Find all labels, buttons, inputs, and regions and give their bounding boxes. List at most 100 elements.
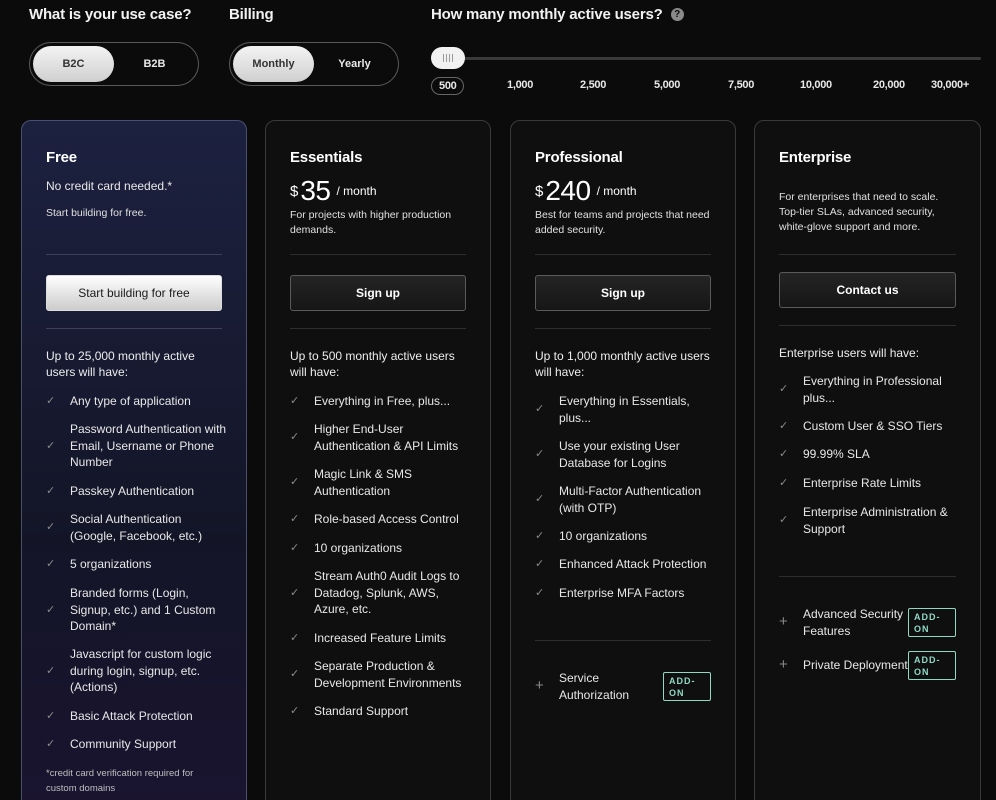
plan-description: Best for teams and projects that need ad… (535, 209, 710, 236)
tick-20000[interactable]: 20,000 (873, 79, 905, 91)
tick-1000[interactable]: 1,000 (507, 79, 533, 91)
feature-item: ✓ 99.99% SLA (779, 447, 870, 461)
help-icon[interactable]: ? (670, 8, 684, 21)
feature-item: ✓ Social Authentication (Google, Facebook… (46, 512, 203, 543)
check-icon: ✓ (46, 738, 56, 750)
check-icon: ✓ (535, 530, 545, 542)
check-icon: ✓ (535, 448, 545, 461)
use-case-b2b[interactable]: B2B (114, 46, 195, 82)
divider (290, 328, 466, 329)
plan-card-free: Free No credit card needed.* Start build… (21, 120, 247, 800)
feature-item: ✓ Standard Support (290, 704, 409, 718)
start-building-button[interactable]: Start building for free (46, 275, 222, 311)
check-icon: ✓ (535, 403, 545, 416)
check-icon: ✓ (535, 558, 545, 570)
divider (535, 328, 711, 329)
check-icon: ✓ (290, 668, 300, 681)
feature-item: ✓ Enterprise MFA Factors (535, 586, 685, 600)
plan-description: For enterprises that need to scale. Top-… (779, 191, 939, 233)
addon-item[interactable]: + Advanced Security Features ADD-ON (779, 606, 956, 639)
feature-item: ✓ Basic Attack Protection (46, 709, 193, 723)
feature-item: ✓ 5 organizations (46, 557, 152, 571)
addon-item[interactable]: + Service Authorization ADD-ON (535, 670, 711, 703)
footnote: *credit card verification required for c… (46, 768, 194, 794)
addon-badge: ADD-ON (908, 608, 956, 637)
feature-item: ✓ Custom User & SSO Tiers (779, 419, 943, 433)
mau-label-text: How many monthly active users? (431, 6, 663, 23)
feature-item: ✓ Multi-Factor Authentication (with OTP) (535, 484, 702, 515)
check-icon: ✓ (46, 485, 56, 497)
divider (46, 328, 222, 329)
check-icon: ✓ (46, 439, 56, 452)
check-icon: ✓ (46, 664, 56, 677)
feature-item: ✓ Role-based Access Control (290, 512, 459, 526)
tick-5000[interactable]: 5,000 (654, 79, 680, 91)
mau-label: How many monthly active users? ? (431, 6, 684, 23)
feature-item: ✓ Enhanced Attack Protection (535, 557, 707, 571)
tick-30000-plus[interactable]: 30,000+ (931, 79, 969, 91)
sign-up-button[interactable]: Sign up (535, 275, 711, 311)
plan-description: For projects with higher production dema… (290, 209, 452, 236)
feature-item: ✓ Higher End-User Authentication & API Li… (290, 422, 459, 453)
sign-up-button[interactable]: Sign up (290, 275, 466, 311)
plan-description: Start building for free. (46, 207, 147, 219)
tick-10000[interactable]: 10,000 (800, 79, 832, 91)
divider (779, 576, 956, 577)
check-icon: ✓ (535, 587, 545, 599)
contact-us-button[interactable]: Contact us (779, 272, 956, 308)
feature-item: ✓ Enterprise Administration & Support (779, 505, 948, 536)
mau-slider-track[interactable] (445, 57, 981, 60)
check-icon: ✓ (290, 632, 300, 644)
addon-item[interactable]: + Private Deployment ADD-ON (779, 651, 956, 680)
plan-intro: Up to 25,000 monthly active users will h… (46, 349, 195, 379)
check-icon: ✓ (290, 705, 300, 717)
plus-icon: + (779, 656, 788, 674)
divider (290, 254, 466, 255)
plan-price: $ 35 / month (290, 175, 377, 206)
feature-item: ✓ 10 organizations (535, 529, 648, 543)
plus-icon: + (779, 613, 788, 631)
billing-yearly[interactable]: Yearly (314, 46, 395, 82)
use-case-b2c[interactable]: B2C (33, 46, 114, 82)
plan-name: Enterprise (779, 149, 852, 166)
feature-item: ✓ Magic Link & SMS Authentication (290, 467, 413, 498)
check-icon: ✓ (46, 521, 56, 534)
feature-item: ✓ Any type of application (46, 394, 191, 408)
feature-item: ✓ Enterprise Rate Limits (779, 476, 922, 490)
check-icon: ✓ (535, 493, 545, 506)
billing-monthly[interactable]: Monthly (233, 46, 314, 82)
plus-icon: + (535, 677, 544, 695)
check-icon: ✓ (779, 383, 789, 396)
check-icon: ✓ (290, 586, 300, 599)
feature-item: ✓ Everything in Professional plus... (779, 374, 942, 405)
divider (779, 325, 956, 326)
plan-card-essentials: Essentials $ 35 / month For projects wit… (265, 120, 491, 800)
mau-ticks: 500 1,000 2,500 5,000 7,500 10,000 20,00… (431, 77, 976, 97)
check-icon: ✓ (290, 395, 300, 407)
tick-7500[interactable]: 7,500 (728, 79, 754, 91)
plan-intro: Enterprise users will have: (779, 346, 920, 360)
feature-item: ✓ Javascript for custom logic during logi… (46, 647, 212, 694)
feature-item: ✓ Separate Production & Development Envir… (290, 659, 462, 690)
check-icon: ✓ (46, 603, 56, 616)
mau-slider-thumb[interactable] (431, 47, 465, 69)
feature-item: ✓ Stream Auth0 Audit Logs to Datadog, Spl… (290, 569, 460, 616)
check-icon: ✓ (46, 395, 56, 407)
feature-item: ✓ Passkey Authentication (46, 484, 195, 498)
plan-name: Essentials (290, 149, 363, 166)
check-icon: ✓ (290, 513, 300, 525)
tick-2500[interactable]: 2,500 (580, 79, 606, 91)
plan-price: $ 240 / month (535, 175, 637, 206)
plan-name: Professional (535, 149, 623, 166)
check-icon: ✓ (779, 477, 789, 489)
divider (779, 254, 956, 255)
plan-name: Free (46, 149, 77, 166)
use-case-toggle: B2C B2B (29, 42, 199, 86)
divider (535, 640, 711, 641)
plan-subtitle: No credit card needed.* (46, 179, 173, 193)
check-icon: ✓ (290, 476, 300, 489)
check-icon: ✓ (290, 542, 300, 554)
tick-500[interactable]: 500 (431, 77, 465, 95)
plan-card-enterprise: Enterprise For enterprises that need to … (754, 120, 981, 800)
feature-item: ✓ Community Support (46, 737, 177, 751)
